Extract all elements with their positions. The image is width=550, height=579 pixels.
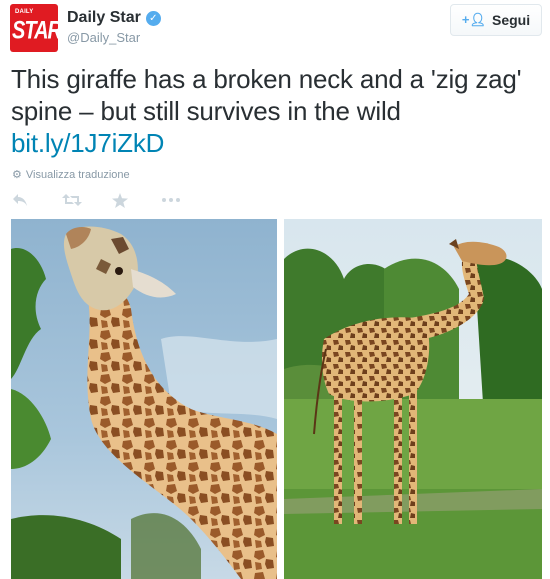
follow-user-icon: +👤︎ [461,12,486,27]
verified-badge-icon: ✓ [145,10,161,26]
account-name-row: Daily Star ✓ [67,9,161,27]
avatar-text-top: DAILY [15,9,34,15]
tweet-body: This giraffe has a broken neck and a 'zi… [11,63,546,159]
more-button[interactable] [162,190,212,210]
globe-icon: ⚙︎ [12,169,22,181]
follow-button-label: Segui [491,12,531,28]
account-handle[interactable]: @Daily_Star [67,30,140,45]
favorite-button[interactable] [112,190,162,210]
translate-label: Visualizza traduzione [25,168,130,181]
giraffe-field-photo[interactable] [284,219,542,579]
display-name[interactable]: Daily Star [67,9,141,27]
tweet-actions [12,190,212,210]
tweet-link[interactable]: bit.ly/1J7iZkD [11,127,546,159]
follow-button[interactable]: +👤︎ Segui [450,4,542,36]
reply-button[interactable] [12,190,62,210]
giraffe-closeup-photo[interactable] [11,219,277,579]
reply-icon [13,194,27,206]
tweet-text: This giraffe has a broken neck and a 'zi… [11,64,522,126]
more-icon [162,198,180,202]
avatar[interactable]: DAILY STAR [10,4,58,52]
retweet-icon [62,194,82,206]
retweet-button[interactable] [62,190,112,210]
avatar-logo-text: STAR [12,17,58,45]
translate-link[interactable]: ⚙︎ Visualizza traduzione [12,168,130,182]
star-icon [112,192,128,208]
